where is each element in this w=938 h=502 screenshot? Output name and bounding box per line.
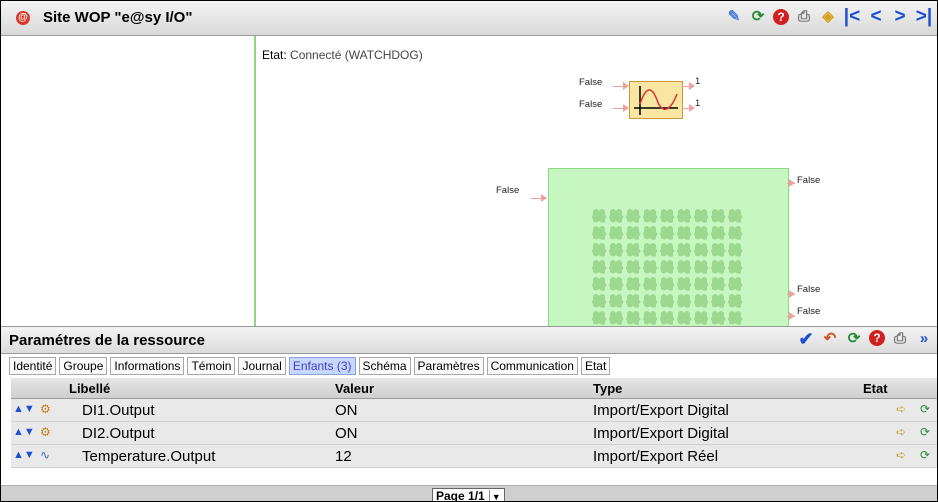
refresh-icon[interactable]: ⟳ [920,425,930,439]
digital-io-icon: ⚙ [40,402,51,416]
tab-communication[interactable]: Communication [486,357,578,375]
state-icon[interactable]: ➪ [896,425,906,439]
tab-temoin[interactable]: Témoin [187,357,236,375]
pager-bar: Page 1/1 ▼ [1,485,937,501]
tab-bar: Identité Groupe Informations Témoin Jour… [9,357,611,375]
col-etat[interactable]: Etat [863,381,888,396]
state-icon[interactable]: ➪ [896,448,906,462]
refresh-icon[interactable]: ⟳ [749,8,767,26]
next-icon[interactable]: > [891,7,909,26]
tab-parametres[interactable]: Paramètres [413,357,484,375]
col-libelle[interactable]: Libellé [69,381,110,396]
func-input-label-1: False [579,77,603,88]
tab-groupe[interactable]: Groupe [59,357,108,375]
block-output-label-2: False [797,284,821,295]
tab-identite[interactable]: Identité [9,357,57,375]
block-output-label-1: False [797,175,821,186]
help-icon[interactable]: ? [869,330,885,346]
col-type[interactable]: Type [593,381,622,396]
print-icon[interactable]: ⎙ [891,330,909,348]
print-icon[interactable]: ⎙ [795,8,813,26]
params-header: Paramétres de la ressource ✔ ↶ ⟳ ? ⎙ » [1,326,937,354]
pencil-icon[interactable]: ✎ [725,8,743,26]
children-table: Libellé Valeur Type Etat ▲▼ ⚙ DI1.Output… [11,378,937,468]
table-row[interactable]: ▲▼ ⚙ DI2.Output ON Import/Export Digital… [11,422,937,445]
page-select[interactable]: Page 1/1 ▼ [432,488,505,501]
tab-journal[interactable]: Journal [238,357,286,375]
refresh-icon[interactable]: ⟳ [920,448,930,462]
diagram-divider [254,36,256,326]
func-output-label-2: 1 [695,98,701,109]
row-libelle: Temperature.Output [82,448,216,465]
params-panel: Paramétres de la ressource ✔ ↶ ⟳ ? ⎙ » I… [1,326,937,501]
func-input-label-2: False [579,99,603,110]
app-window: @ Site WOP "e@sy I/O" ✎ ⟳ ? ⎙ ◈ |< < > >… [0,0,938,502]
move-up-down-icon[interactable]: ▲▼ [13,403,35,415]
composite-block[interactable] [548,168,789,326]
block-input-label: False [496,185,520,196]
row-libelle: DI1.Output [82,402,155,419]
check-icon[interactable]: ✔ [797,330,815,348]
table-header: Libellé Valeur Type Etat [11,378,937,399]
chevron-down-icon[interactable]: ▼ [488,490,501,501]
title-bar: @ Site WOP "e@sy I/O" ✎ ⟳ ? ⎙ ◈ |< < > >… [1,1,937,36]
row-type: Import/Export Digital [593,425,729,442]
row-libelle: DI2.Output [82,425,155,442]
tab-informations[interactable]: Informations [110,357,185,375]
export-icon[interactable]: ◈ [819,8,837,26]
digital-io-icon: ⚙ [40,425,51,439]
move-up-down-icon[interactable]: ▲▼ [13,449,35,461]
row-type: Import/Export Digital [593,402,729,419]
first-page-icon[interactable]: |< [843,7,861,26]
row-valeur: ON [335,425,358,442]
refresh-icon[interactable]: ⟳ [920,402,930,416]
last-page-icon[interactable]: >| [915,7,933,26]
tab-etat[interactable]: Etat [580,357,611,375]
move-up-down-icon[interactable]: ▲▼ [13,426,35,438]
diagram-canvas: Etat: Connecté (WATCHDOG) False False 1 … [1,36,937,326]
collapse-icon[interactable]: » [915,330,933,348]
undo-icon[interactable]: ↶ [821,330,839,348]
etat-status: Etat: Connecté (WATCHDOG) [262,48,423,62]
params-title: Paramétres de la ressource [9,332,205,349]
row-valeur: 12 [335,448,352,465]
block-output-label-3: False [797,306,821,317]
row-type: Import/Export Réel [593,448,719,465]
tab-enfants[interactable]: Enfants (3) [288,357,356,375]
page-title: Site WOP "e@sy I/O" [43,9,193,26]
col-valeur[interactable]: Valeur [335,381,374,396]
refresh-icon[interactable]: ⟳ [845,330,863,348]
function-block[interactable] [629,81,683,119]
state-icon[interactable]: ➪ [896,402,906,416]
func-output-label-1: 1 [695,76,701,87]
site-icon: @ [16,11,30,25]
prev-icon[interactable]: < [867,7,885,26]
tab-schema[interactable]: Schéma [358,357,411,375]
table-row[interactable]: ▲▼ ⚙ DI1.Output ON Import/Export Digital… [11,399,937,422]
help-icon[interactable]: ? [773,9,789,25]
row-valeur: ON [335,402,358,419]
analog-io-icon: ∿ [40,448,51,462]
table-row[interactable]: ▲▼ ∿ Temperature.Output 12 Import/Export… [11,445,937,468]
